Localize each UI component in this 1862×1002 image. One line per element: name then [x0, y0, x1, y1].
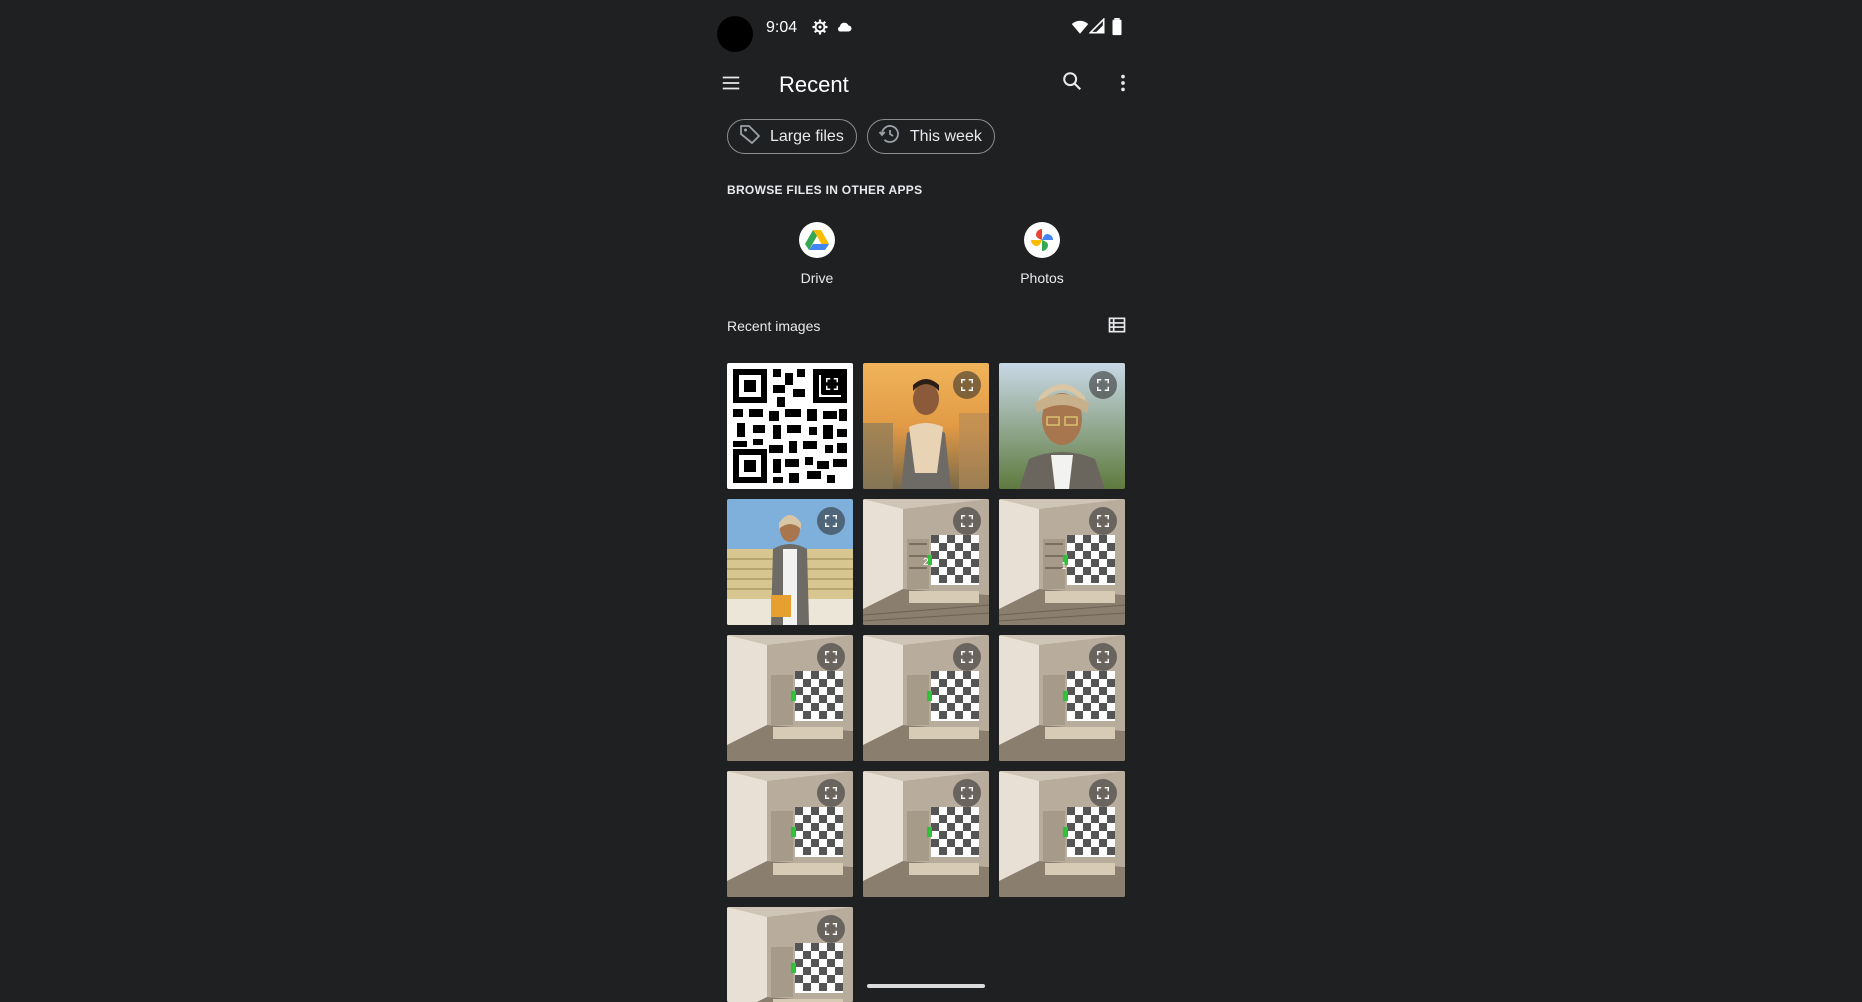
- image-tile-room-render[interactable]: 1: [999, 499, 1125, 625]
- expand-icon[interactable]: [817, 643, 845, 671]
- recent-images-label: Recent images: [727, 318, 821, 334]
- phone-screen: 9:04 Recent Large files This week BROWSE…: [705, 0, 1147, 1002]
- expand-icon[interactable]: [1089, 371, 1117, 399]
- image-tile-room-render[interactable]: [727, 771, 853, 897]
- camera-cutout: [717, 16, 753, 52]
- filter-chips: Large files This week: [727, 119, 995, 154]
- settings-icon: [811, 18, 829, 41]
- more-vert-icon[interactable]: [1103, 63, 1143, 103]
- status-bar: 9:04: [705, 0, 1147, 58]
- tile-badge: 2: [923, 557, 929, 568]
- expand-icon[interactable]: [953, 779, 981, 807]
- image-tile-portrait-fullbody[interactable]: [727, 499, 853, 625]
- list-view-icon[interactable]: [1097, 305, 1137, 345]
- image-tile-room-render[interactable]: [999, 771, 1125, 897]
- expand-icon[interactable]: [1089, 779, 1117, 807]
- home-indicator[interactable]: [867, 984, 985, 988]
- app-label: Photos: [1020, 270, 1064, 286]
- history-icon: [878, 122, 902, 151]
- tag-icon: [738, 122, 762, 151]
- expand-icon[interactable]: [817, 507, 845, 535]
- hamburger-menu-icon[interactable]: [711, 63, 751, 103]
- browse-section-label: BROWSE FILES IN OTHER APPS: [727, 183, 923, 197]
- expand-icon[interactable]: [1089, 507, 1117, 535]
- signal-icon: [1088, 17, 1105, 39]
- chip-this-week[interactable]: This week: [866, 119, 995, 154]
- expand-icon[interactable]: [821, 373, 843, 395]
- status-time: 9:04: [766, 19, 798, 36]
- expand-icon[interactable]: [817, 915, 845, 943]
- image-tile-room-render[interactable]: [863, 771, 989, 897]
- app-drive[interactable]: Drive: [762, 222, 872, 286]
- image-tile-room-render[interactable]: 2: [863, 499, 989, 625]
- expand-icon[interactable]: [953, 643, 981, 671]
- top-app-bar: Recent: [705, 58, 1147, 110]
- photos-icon: [1024, 222, 1060, 258]
- expand-icon[interactable]: [953, 371, 981, 399]
- expand-icon[interactable]: [953, 507, 981, 535]
- tile-badge: 1: [1061, 561, 1067, 572]
- image-tile-room-render[interactable]: [727, 907, 853, 1002]
- page-title: Recent: [779, 72, 849, 97]
- chip-label: This week: [909, 127, 982, 145]
- chip-label: Large files: [770, 127, 844, 145]
- app-photos[interactable]: Photos: [987, 222, 1097, 286]
- drive-icon: [799, 222, 835, 258]
- wifi-icon: [1071, 18, 1089, 41]
- app-label: Drive: [800, 270, 834, 286]
- image-tile-portrait-garden[interactable]: [863, 363, 989, 489]
- expand-icon[interactable]: [1089, 643, 1117, 671]
- search-icon[interactable]: [1052, 61, 1092, 101]
- image-tile-portrait-closeup[interactable]: [999, 363, 1125, 489]
- chip-large-files[interactable]: Large files: [727, 119, 857, 154]
- cloud-icon: [835, 18, 853, 41]
- image-tile-room-render[interactable]: [999, 635, 1125, 761]
- image-tile-qr[interactable]: [727, 363, 853, 489]
- image-tile-room-render[interactable]: [727, 635, 853, 761]
- expand-icon[interactable]: [817, 779, 845, 807]
- image-tile-room-render[interactable]: [863, 635, 989, 761]
- battery-icon: [1111, 18, 1123, 41]
